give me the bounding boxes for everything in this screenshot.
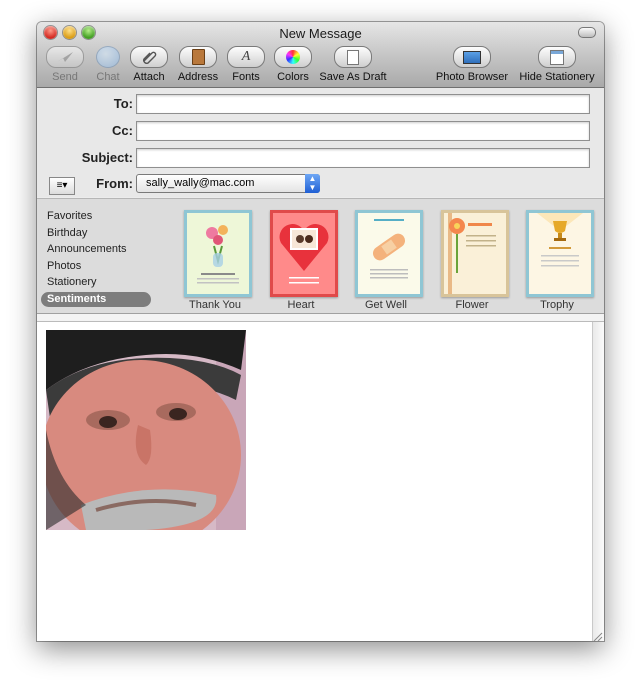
template-label-trophy: Trophy [540, 299, 574, 311]
template-get-well[interactable] [355, 210, 423, 297]
cc-field[interactable] [136, 121, 590, 141]
draft-icon [334, 46, 372, 68]
to-label: To: [113, 96, 133, 111]
subject-field[interactable] [136, 148, 590, 168]
from-value: sally_wally@mac.com [146, 177, 255, 189]
hide-stationery-button[interactable]: Hide Stationery [517, 46, 597, 86]
colors-button[interactable]: Colors [273, 46, 313, 86]
template-trophy[interactable] [526, 210, 594, 297]
category-announcements[interactable]: Announcements [47, 243, 127, 255]
category-favorites[interactable]: Favorites [47, 210, 92, 222]
template-label-heart: Heart [287, 299, 315, 311]
chat-icon [96, 46, 120, 68]
chat-label: Chat [96, 71, 120, 83]
attach-label: Attach [133, 71, 165, 83]
save-as-draft-label: Save As Draft [319, 71, 387, 83]
fonts-label: Fonts [232, 71, 260, 83]
resize-grip-icon[interactable] [592, 629, 603, 641]
message-body[interactable] [37, 322, 592, 641]
template-flower[interactable] [441, 210, 509, 297]
stationery-icon [538, 46, 576, 68]
address-button[interactable]: Address [175, 46, 221, 86]
address-label: Address [177, 71, 219, 83]
title-bar: New Message Send Chat Attach Address A F… [37, 22, 604, 88]
color-wheel-icon [274, 46, 312, 68]
template-label-thank-you: Thank You [189, 299, 241, 311]
save-as-draft-button[interactable]: Save As Draft [318, 46, 388, 86]
category-photos[interactable]: Photos [47, 260, 81, 272]
category-stationery[interactable]: Stationery [47, 276, 97, 288]
message-headers: To: Cc: Subject: ≡▾ From: sally_wally@ma… [37, 88, 604, 197]
paperclip-icon [130, 46, 168, 68]
photo-browser-label: Photo Browser [435, 71, 509, 83]
photo-browser-button[interactable]: Photo Browser [435, 46, 509, 86]
pane-divider[interactable] [37, 314, 604, 322]
toolbar-toggle-button[interactable] [578, 27, 596, 38]
send-button[interactable]: Send [45, 46, 85, 86]
colors-label: Colors [277, 71, 309, 83]
inserted-photo [46, 330, 246, 530]
cc-label: Cc: [112, 123, 133, 138]
updown-arrows-icon: ▲ ▼ [305, 174, 320, 193]
from-label: From: [96, 176, 133, 191]
chat-button[interactable]: Chat [89, 46, 127, 86]
subject-label: Subject: [81, 150, 133, 165]
window-title: New Message [279, 26, 362, 41]
template-heart[interactable] [270, 210, 338, 297]
fonts-button[interactable]: A Fonts [226, 46, 266, 86]
attach-button[interactable]: Attach [129, 46, 169, 86]
template-label-get-well: Get Well [365, 299, 407, 311]
vertical-scrollbar[interactable] [592, 322, 604, 641]
photo-browser-icon [453, 46, 491, 68]
template-thank-you[interactable] [184, 210, 252, 297]
send-label: Send [52, 71, 78, 83]
category-birthday[interactable]: Birthday [47, 227, 87, 239]
template-label-flower: Flower [455, 299, 489, 311]
fonts-icon: A [227, 46, 265, 68]
stationery-pane: Favorites Birthday Announcements Photos … [37, 198, 604, 314]
send-icon [46, 46, 84, 68]
from-select[interactable]: sally_wally@mac.com ▲ ▼ [136, 174, 320, 193]
new-message-window: New Message Send Chat Attach Address A F… [37, 22, 604, 641]
to-field[interactable] [136, 94, 590, 114]
hide-stationery-label: Hide Stationery [519, 71, 595, 83]
category-sentiments[interactable]: Sentiments [41, 292, 151, 307]
address-book-icon [179, 46, 217, 68]
